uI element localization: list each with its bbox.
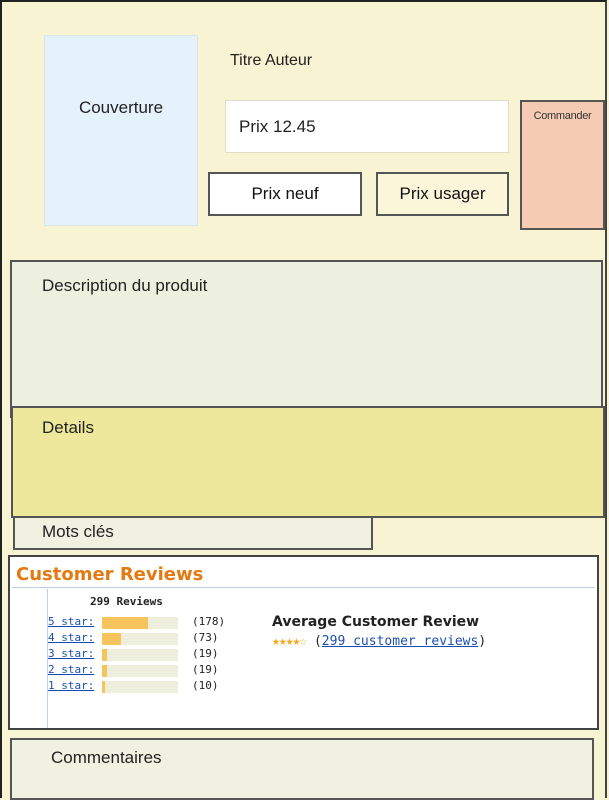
rating-count: (73) [192, 631, 219, 644]
order-button[interactable]: Commander [520, 100, 605, 230]
title-author-label: Titre Auteur [230, 52, 313, 69]
cover-label: Couverture [78, 98, 164, 117]
average-review-title: Average Customer Review [272, 614, 480, 630]
star-rating-icon: ★★★★☆ [272, 634, 307, 649]
rating-bar-track [102, 633, 178, 645]
price-label: Prix 12.45 [239, 117, 316, 136]
rating-link-2-star[interactable]: 2 star: [48, 663, 94, 676]
description-heading: Description du produit [42, 276, 208, 295]
rating-count: (19) [192, 647, 219, 660]
keywords-heading: Mots clés [42, 522, 114, 541]
rating-bar-fill [102, 665, 107, 677]
paren-close: ) [478, 634, 487, 649]
comments-heading: Commentaires [51, 748, 162, 767]
rating-row-4: 4 star: (73) [48, 631, 248, 645]
rating-bar-track [102, 649, 178, 661]
book-cover-image: Couverture [44, 35, 198, 226]
keywords-panel: Mots clés [13, 516, 373, 550]
product-description-panel: Description du produit [10, 260, 603, 418]
rating-bar-track [102, 617, 178, 629]
order-button-label: Commander [533, 110, 592, 122]
paren-open: ( [313, 634, 322, 649]
used-price-button[interactable]: Prix usager [376, 172, 509, 216]
details-panel: Details [11, 406, 605, 518]
rating-bar-fill [102, 681, 106, 693]
average-review-line: ★★★★☆ (299 customer reviews) [272, 634, 486, 649]
rating-bar-track [102, 665, 178, 677]
details-heading: Details [42, 418, 94, 437]
rating-count: (10) [192, 679, 219, 692]
rating-row-2: 2 star: (19) [48, 663, 248, 677]
comments-panel: Commentaires [10, 738, 594, 800]
reviews-divider [12, 587, 595, 588]
customer-reviews-link[interactable]: 299 customer reviews [322, 634, 479, 649]
rating-bar-fill [102, 649, 107, 661]
new-price-button[interactable]: Prix neuf [208, 172, 362, 216]
rating-row-1: 1 star: (10) [48, 679, 248, 693]
rating-row-5: 5 star: (178) [48, 615, 248, 629]
price-display: Prix 12.45 [225, 100, 509, 153]
customer-reviews-panel: Customer Reviews 299 Reviews 5 star: (17… [8, 555, 599, 730]
rating-row-3: 3 star: (19) [48, 647, 248, 661]
rating-bar-track [102, 681, 178, 693]
rating-link-1-star[interactable]: 1 star: [48, 679, 94, 692]
customer-reviews-title: Customer Reviews [16, 564, 204, 585]
rating-bar-fill [102, 633, 121, 645]
rating-count: (19) [192, 663, 219, 676]
rating-link-4-star[interactable]: 4 star: [48, 631, 94, 644]
reviews-count: 299 Reviews [90, 595, 163, 608]
rating-bar-fill [102, 617, 148, 629]
rating-link-3-star[interactable]: 3 star: [48, 647, 94, 660]
rating-link-5-star[interactable]: 5 star: [48, 615, 94, 628]
rating-count: (178) [192, 615, 226, 628]
